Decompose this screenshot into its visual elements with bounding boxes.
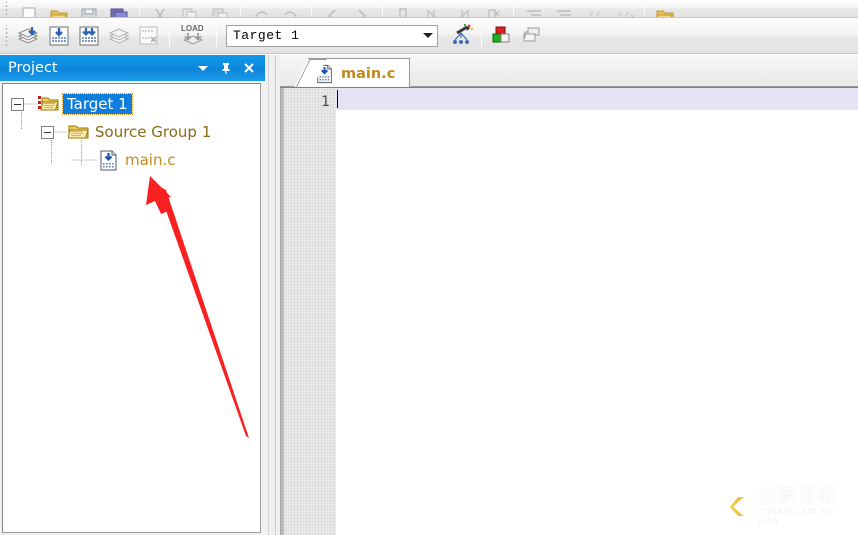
uvision-window: //- //x — [0, 0, 858, 535]
tree-expander-target[interactable] — [11, 97, 24, 111]
watermark-logo: 创新互联 CHUANG XIN HU LIAN — [718, 484, 850, 527]
toolbar-grip[interactable] — [4, 1, 11, 16]
editor-area: main.c 1 — [280, 55, 858, 535]
line-number-gutter: 1 — [284, 88, 336, 535]
chevron-down-icon[interactable] — [419, 25, 437, 46]
cut-icon[interactable] — [145, 0, 175, 17]
project-panel-header: Project — [0, 55, 265, 81]
bookmark-clear-icon[interactable] — [478, 0, 508, 17]
toolbar-file-edit: //- //x — [0, 0, 858, 18]
tree-item-target-label: Target 1 — [62, 93, 133, 115]
multi-project-icon[interactable] — [517, 22, 547, 50]
tree-item-main-c-label: main.c — [125, 151, 176, 169]
toolbar-separator — [481, 24, 482, 47]
pin-icon[interactable] — [216, 58, 236, 78]
save-all-icon[interactable] — [104, 0, 134, 17]
tree-item-source-group-label: Source Group 1 — [95, 123, 212, 141]
open-folder-icon[interactable] — [650, 0, 680, 17]
line-number: 1 — [321, 94, 330, 110]
bookmark-toggle-icon[interactable] — [388, 0, 418, 17]
current-line-highlight — [336, 88, 858, 110]
tab-main-c-label: main.c — [341, 65, 396, 82]
bookmark-prev-icon[interactable] — [418, 0, 448, 17]
undo-icon[interactable] — [246, 0, 276, 17]
download-icon[interactable]: LOAD — [175, 22, 211, 50]
paste-icon[interactable] — [205, 0, 235, 17]
source-group-folder-icon — [68, 122, 90, 142]
stop-build-icon[interactable] — [134, 22, 164, 50]
target-options-icon[interactable] — [446, 22, 476, 50]
batch-build-icon[interactable] — [104, 22, 134, 50]
toolbar-separator — [169, 24, 170, 47]
navigate-back-icon[interactable] — [317, 0, 347, 17]
copy-icon[interactable] — [175, 0, 205, 17]
editor-tabstrip: main.c — [280, 55, 858, 88]
tree-item-source-group[interactable]: Source Group 1 — [3, 118, 260, 146]
target-folder-icon — [38, 94, 60, 114]
outdent-icon[interactable] — [549, 0, 579, 17]
toolbar-separator — [311, 1, 312, 16]
bookmark-next-icon[interactable] — [448, 0, 478, 17]
rebuild-all-icon[interactable] — [74, 22, 104, 50]
watermark-en: CHUANG XIN HU LIAN — [758, 506, 835, 526]
toolbar-separator — [513, 1, 514, 16]
watermark-cn: 创新互联 — [758, 484, 839, 507]
manage-project-items-icon[interactable] — [487, 22, 517, 50]
translate-icon[interactable] — [14, 22, 44, 50]
watermark-text: 创新互联 CHUANG XIN HU LIAN — [758, 484, 850, 527]
indent-icon[interactable] — [519, 0, 549, 17]
c-source-file-icon — [315, 64, 335, 84]
tree-connector-dots — [24, 103, 37, 105]
brand-mark-icon — [718, 488, 754, 524]
tree-connector-dots — [71, 159, 97, 161]
toolbar-separator — [240, 1, 241, 16]
svg-text:LOAD: LOAD — [181, 24, 204, 33]
uncomment-icon[interactable]: //x — [609, 0, 639, 18]
project-tree-container[interactable]: Target 1 Source Group 1 main.c — [2, 83, 261, 533]
toolbar-separator — [644, 1, 645, 16]
project-panel: Project Target 1 Source Group 1 main.c — [0, 55, 265, 535]
comment-icon[interactable]: //- — [579, 0, 609, 18]
tab-main-c[interactable]: main.c — [294, 58, 411, 88]
tree-expander-source-group[interactable] — [41, 125, 54, 139]
target-select[interactable]: Target 1 — [226, 24, 438, 47]
close-icon[interactable] — [239, 58, 259, 78]
tree-item-main-c[interactable]: main.c — [3, 146, 260, 174]
tree-connector-dots — [54, 131, 67, 133]
open-file-icon[interactable] — [44, 0, 74, 17]
toolbar-build: LOAD Target 1 — [0, 18, 858, 54]
build-icon[interactable] — [44, 22, 74, 50]
toolbar-grip[interactable] — [4, 24, 11, 47]
project-panel-title: Project — [8, 60, 58, 76]
toolbar-separator — [382, 1, 383, 16]
c-source-file-icon — [98, 150, 120, 171]
target-select-value: Target 1 — [233, 28, 300, 43]
panel-menu-icon[interactable] — [193, 58, 213, 78]
panel-splitter[interactable] — [265, 55, 280, 535]
toolbar-separator — [139, 1, 140, 16]
redo-icon[interactable] — [276, 0, 306, 17]
code-editor[interactable]: 1 — [280, 87, 858, 535]
save-file-icon[interactable] — [74, 0, 104, 17]
tree-item-target[interactable]: Target 1 — [3, 90, 260, 118]
navigate-forward-icon[interactable] — [347, 0, 377, 17]
text-caret — [337, 90, 338, 108]
toolbar-separator — [216, 24, 217, 47]
project-tree: Target 1 Source Group 1 main.c — [3, 84, 260, 174]
new-file-icon[interactable] — [14, 0, 44, 17]
